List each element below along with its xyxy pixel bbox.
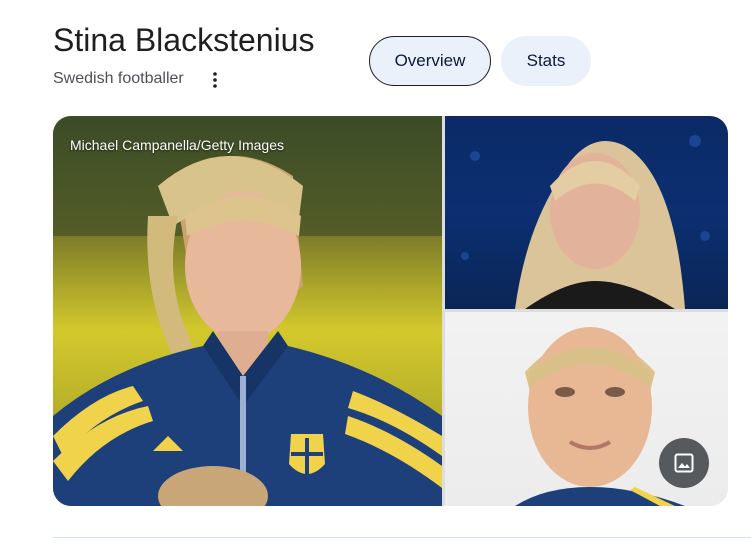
main-photo-illustration bbox=[53, 116, 442, 506]
subtitle: Swedish footballer bbox=[53, 70, 184, 87]
main-photo[interactable]: Michael Campanella/Getty Images bbox=[53, 116, 442, 506]
more-vert-icon bbox=[213, 72, 217, 88]
more-options-button[interactable] bbox=[205, 68, 225, 92]
photo-credit: Michael Campanella/Getty Images bbox=[70, 137, 284, 153]
tab-stats[interactable]: Stats bbox=[501, 36, 591, 86]
page-title: Stina Blackstenius bbox=[53, 22, 315, 58]
tab-overview-label: Overview bbox=[394, 51, 466, 70]
thumbnail-photo-1[interactable] bbox=[445, 116, 728, 309]
section-divider bbox=[53, 537, 751, 538]
image-gallery: Michael Campanella/Getty Images bbox=[53, 116, 728, 506]
more-images-button[interactable] bbox=[659, 438, 709, 488]
tab-stats-label: Stats bbox=[526, 51, 566, 70]
thumbnail-photo-1-illustration bbox=[461, 135, 710, 309]
image-icon bbox=[674, 453, 694, 473]
tab-overview[interactable]: Overview bbox=[369, 36, 491, 86]
